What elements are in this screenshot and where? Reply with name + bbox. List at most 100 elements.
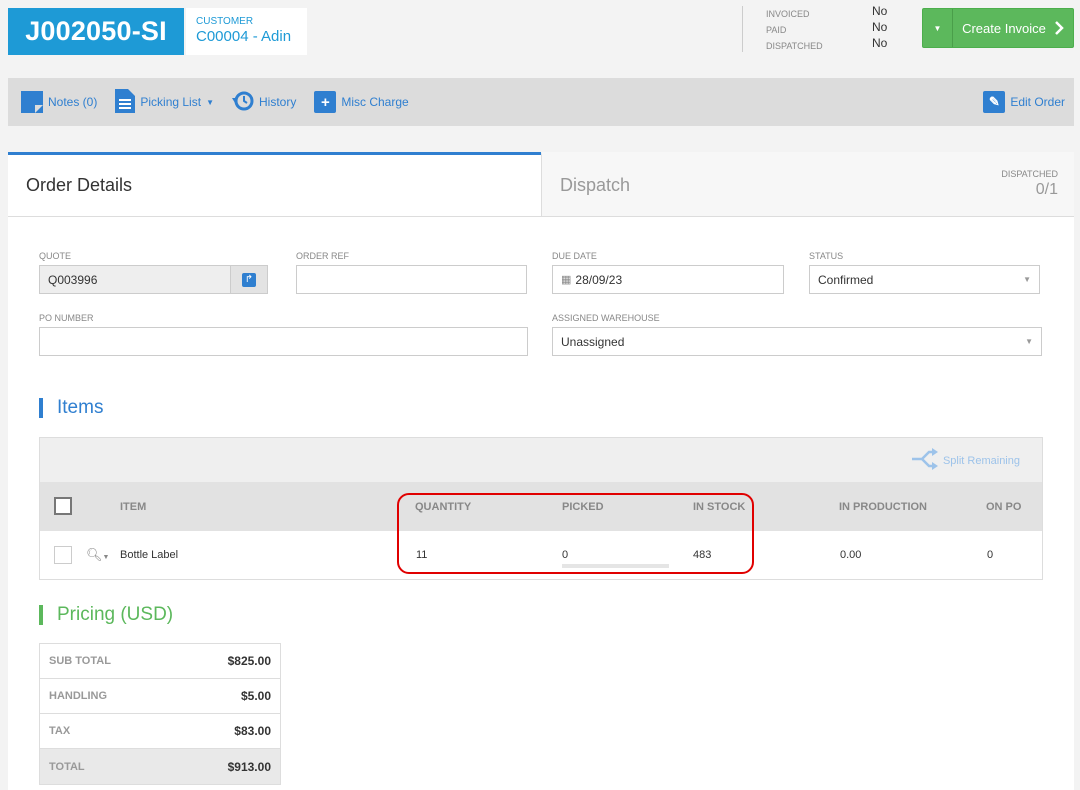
items-actions-bar: Split Remaining xyxy=(40,438,1042,482)
misc-charge-label: Misc Charge xyxy=(341,95,409,109)
tab-dispatch-label: Dispatch xyxy=(560,175,631,195)
create-invoice-button[interactable]: ▼ Create Invoice xyxy=(922,8,1074,48)
order-ref-field: ORDER REF xyxy=(296,251,527,294)
po-number-label: PO NUMBER xyxy=(39,313,94,323)
items-title-bar xyxy=(39,398,43,418)
notes-label: Notes (0) xyxy=(48,95,98,109)
misc-charge-button[interactable]: + Misc Charge xyxy=(314,91,409,113)
col-in-stock[interactable]: IN STOCK xyxy=(693,501,745,513)
warehouse-select[interactable]: Unassigned ▼ xyxy=(552,327,1042,356)
pricing-table: SUB TOTAL $825.00 HANDLING $5.00 TAX $83… xyxy=(39,643,281,785)
tax-label: TAX xyxy=(49,725,71,737)
pricing-section-title: Pricing (USD) xyxy=(39,604,173,626)
tax-value: $83.00 xyxy=(234,724,271,738)
dispatched-counter-value: 0/1 xyxy=(1035,181,1058,198)
table-row[interactable]: 🔍︎▼ Bottle Label 11 0 483 0.00 0 xyxy=(40,531,1042,579)
edit-order-button[interactable]: ✎ Edit Order xyxy=(983,91,1065,113)
chevron-right-icon xyxy=(1055,21,1064,35)
items-title: Items xyxy=(57,397,104,418)
note-icon xyxy=(21,91,43,113)
subtotal-value: $825.00 xyxy=(227,654,271,668)
quote-field: QUOTE Q003996 ↱ xyxy=(39,251,268,294)
history-button[interactable]: History xyxy=(231,90,297,115)
create-invoice-main[interactable]: Create Invoice xyxy=(953,9,1073,47)
status-value: Confirmed xyxy=(818,272,874,287)
order-ref-label: ORDER REF xyxy=(296,251,350,261)
search-icon[interactable]: 🔍︎▼ xyxy=(86,547,109,563)
select-all-checkbox[interactable] xyxy=(54,497,72,515)
notes-button[interactable]: Notes (0) xyxy=(21,91,97,113)
due-date-label: DUE DATE xyxy=(552,251,597,261)
split-remaining-button[interactable]: Split Remaining xyxy=(911,448,1020,473)
split-icon xyxy=(911,448,938,473)
toolbar: Notes (0) Picking List ▼ History + Misc … xyxy=(8,78,1074,126)
status-dispatched: DISPATCHED No xyxy=(766,36,896,54)
pencil-icon: ✎ xyxy=(983,91,1006,113)
row-checkbox[interactable] xyxy=(54,546,72,564)
pricing-row-total: TOTAL $913.00 xyxy=(40,749,280,784)
edit-order-label: Edit Order xyxy=(1010,95,1065,109)
cell-in-production: 0.00 xyxy=(840,549,862,561)
warehouse-value: Unassigned xyxy=(561,334,625,349)
picked-progress-bar xyxy=(562,564,669,568)
customer-box[interactable]: CUSTOMER C00004 - Adin xyxy=(186,8,307,55)
status-dispatched-label: DISPATCHED xyxy=(766,41,823,51)
col-picked[interactable]: PICKED xyxy=(562,501,604,513)
tab-dispatch[interactable]: Dispatch DISPATCHED 0/1 xyxy=(541,152,1074,216)
items-section-title: Items xyxy=(39,397,103,419)
split-remaining-label: Split Remaining xyxy=(942,454,1020,467)
subtotal-label: SUB TOTAL xyxy=(49,655,111,667)
order-ref-input[interactable] xyxy=(296,265,527,294)
status-select[interactable]: Confirmed ▼ xyxy=(809,265,1040,294)
col-item[interactable]: ITEM xyxy=(120,501,146,513)
cell-on-po: 0 xyxy=(987,549,994,561)
col-in-production[interactable]: IN PRODUCTION xyxy=(839,501,927,513)
customer-value[interactable]: C00004 - Adin xyxy=(196,28,307,45)
order-id: J002050-SI xyxy=(8,8,184,55)
history-icon xyxy=(231,90,254,115)
po-number-field: PO NUMBER xyxy=(39,313,528,356)
status-paid-label: PAID xyxy=(766,25,787,35)
create-invoice-dropdown-icon[interactable]: ▼ xyxy=(923,9,953,47)
status-summary: INVOICED No PAID No DISPATCHED No xyxy=(766,4,896,54)
picking-list-label: Picking List xyxy=(140,95,202,109)
document-icon xyxy=(115,88,136,116)
dispatched-counter-label: DISPATCHED xyxy=(1001,169,1058,179)
tab-order-details[interactable]: Order Details xyxy=(8,152,541,216)
due-date-input[interactable]: ▦ 28/09/23 xyxy=(552,265,784,294)
status-dispatched-value: No xyxy=(872,36,888,50)
po-number-input[interactable] xyxy=(39,327,528,356)
order-card: Order Details Dispatch DISPATCHED 0/1 QU… xyxy=(8,152,1074,790)
items-table: Split Remaining ITEM QUANTITY PICKED IN … xyxy=(39,437,1043,580)
dispatched-counter: DISPATCHED 0/1 xyxy=(1001,169,1058,199)
col-quantity[interactable]: QUANTITY xyxy=(415,501,471,513)
handling-value: $5.00 xyxy=(240,689,271,703)
status-label: STATUS xyxy=(809,251,844,261)
due-date-value: 28/09/23 xyxy=(575,272,623,287)
tab-bar: Order Details Dispatch DISPATCHED 0/1 xyxy=(8,152,1074,217)
cell-quantity: 11 xyxy=(416,549,428,561)
pricing-row-handling: HANDLING $5.00 xyxy=(40,679,280,714)
chevron-down-icon: ▼ xyxy=(1025,337,1033,346)
share-icon: ↱ xyxy=(242,272,256,287)
total-label: TOTAL xyxy=(49,760,85,773)
status-invoiced-value: No xyxy=(872,4,888,18)
total-value: $913.00 xyxy=(227,759,271,774)
pricing-title: Pricing (USD) xyxy=(57,604,174,625)
items-header-row: ITEM QUANTITY PICKED IN STOCK IN PRODUCT… xyxy=(40,482,1042,531)
col-on-po[interactable]: ON PO xyxy=(986,501,1021,513)
handling-label: HANDLING xyxy=(49,690,108,702)
picking-list-button[interactable]: Picking List ▼ xyxy=(115,88,214,116)
open-quote-button[interactable]: ↱ xyxy=(230,265,268,294)
cell-picked: 0 xyxy=(562,549,569,561)
status-divider xyxy=(742,6,743,52)
pricing-row-tax: TAX $83.00 xyxy=(40,714,280,749)
cell-item: Bottle Label xyxy=(120,549,179,561)
chevron-down-icon: ▼ xyxy=(206,97,214,107)
warehouse-label: ASSIGNED WAREHOUSE xyxy=(552,313,660,323)
quote-label: QUOTE xyxy=(39,251,72,261)
chevron-down-icon: ▼ xyxy=(1023,275,1031,284)
history-label: History xyxy=(258,95,297,109)
pricing-row-subtotal: SUB TOTAL $825.00 xyxy=(40,644,280,679)
plus-icon: + xyxy=(314,91,337,113)
